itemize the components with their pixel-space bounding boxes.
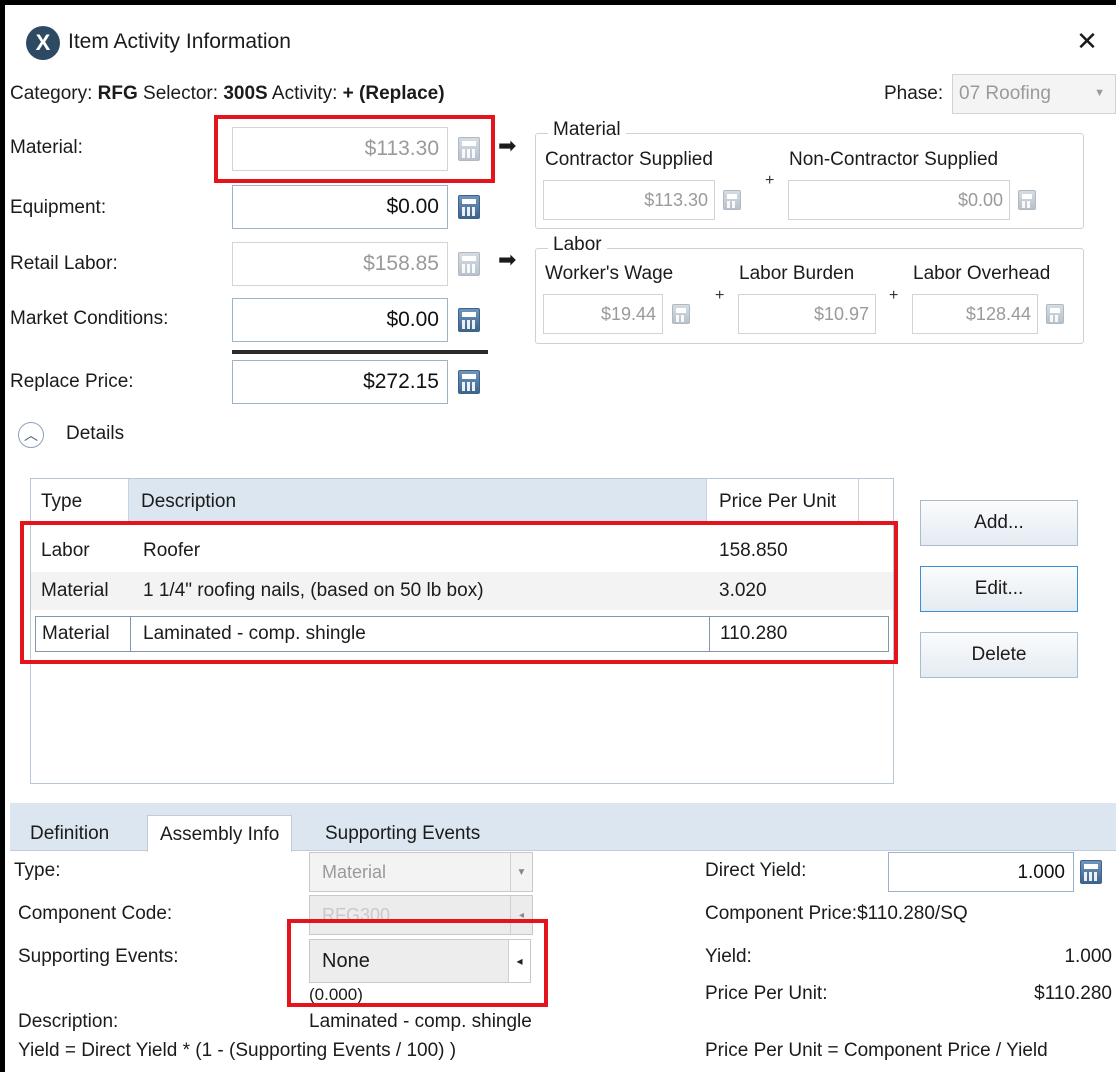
column-header-type[interactable]: Type bbox=[31, 479, 129, 525]
component-code-label: Component Code: bbox=[18, 903, 173, 924]
component-price-label: Component Price: bbox=[705, 903, 858, 924]
plus-sign: + bbox=[889, 287, 899, 304]
direct-yield-label: Direct Yield: bbox=[705, 860, 807, 881]
calculator-icon[interactable] bbox=[1074, 850, 1108, 894]
calculator-icon bbox=[664, 292, 698, 336]
arrow-right-icon: ➡ bbox=[498, 247, 517, 272]
selector-value: 300S bbox=[223, 83, 268, 104]
tab-assembly-info[interactable]: Assembly Info bbox=[147, 815, 293, 852]
grid-header: Type Description Price Per Unit bbox=[31, 479, 893, 525]
phase-label: Phase: bbox=[884, 83, 944, 104]
contractor-supplied-label: Contractor Supplied bbox=[545, 149, 713, 170]
chevron-up-icon[interactable]: ︿ bbox=[18, 422, 44, 448]
column-header-description[interactable]: Description bbox=[129, 479, 707, 525]
component-price-value: $110.280/SQ bbox=[857, 903, 968, 924]
add-button[interactable]: Add... bbox=[920, 500, 1078, 546]
details-toggle-label[interactable]: Details bbox=[66, 423, 124, 445]
direct-yield-field[interactable]: 1.000 bbox=[888, 852, 1074, 892]
equipment-label: Equipment: bbox=[10, 197, 107, 218]
chevron-down-icon: ▼ bbox=[510, 853, 532, 891]
calculator-icon[interactable] bbox=[452, 360, 486, 404]
retail-labor-label: Retail Labor: bbox=[10, 253, 118, 274]
calculator-icon bbox=[452, 242, 486, 286]
app-logo-icon: X bbox=[26, 26, 60, 60]
edit-button[interactable]: Edit... bbox=[920, 566, 1078, 612]
non-contractor-supplied-label: Non-Contractor Supplied bbox=[789, 149, 999, 170]
labor-burden-label: Labor Burden bbox=[739, 263, 855, 284]
category-line: Category: RFG Selector: 300S Activity: +… bbox=[10, 83, 445, 105]
contractor-supplied-field: $113.30 bbox=[543, 180, 715, 220]
close-icon[interactable]: ✕ bbox=[1072, 26, 1102, 57]
plus-sign: + bbox=[765, 172, 775, 189]
chevron-down-icon: ▼ bbox=[1094, 87, 1105, 99]
workers-wage-field: $19.44 bbox=[543, 294, 663, 334]
component-price-line: Component Price:$110.280/SQ bbox=[705, 903, 968, 925]
category-label: Category: bbox=[10, 83, 93, 104]
yield-formula: Yield = Direct Yield * (1 - (Supporting … bbox=[18, 1040, 457, 1061]
market-conditions-label: Market Conditions: bbox=[10, 308, 169, 329]
type-value: Material bbox=[322, 862, 387, 882]
type-select: Material ▼ bbox=[309, 852, 533, 892]
description-label: Description: bbox=[18, 1011, 119, 1032]
labor-overhead-field: $128.44 bbox=[912, 294, 1038, 334]
supporting-events-label: Supporting Events: bbox=[18, 946, 179, 967]
sum-divider bbox=[232, 350, 488, 354]
replace-price-field[interactable]: $272.15 bbox=[232, 360, 448, 404]
retail-labor-field: $158.85 bbox=[232, 242, 448, 286]
highlight-material bbox=[214, 115, 495, 183]
labor-group-title: Labor bbox=[548, 234, 607, 256]
yield-value: 1.000 bbox=[1064, 946, 1112, 967]
window-title: Item Activity Information bbox=[68, 30, 291, 53]
activity-value: + (Replace) bbox=[342, 83, 445, 104]
tab-supporting-events[interactable]: Supporting Events bbox=[313, 815, 492, 851]
description-value: Laminated - comp. shingle bbox=[309, 1011, 532, 1032]
column-header-price-per-unit[interactable]: Price Per Unit bbox=[707, 479, 859, 525]
non-contractor-supplied-field: $0.00 bbox=[788, 180, 1010, 220]
type-label: Type: bbox=[14, 860, 61, 881]
calculator-icon[interactable] bbox=[452, 298, 486, 342]
workers-wage-label: Worker's Wage bbox=[545, 263, 674, 284]
selector-label: Selector: bbox=[143, 83, 219, 104]
plus-sign: + bbox=[715, 287, 725, 304]
replace-price-label: Replace Price: bbox=[10, 371, 134, 392]
calculator-icon bbox=[715, 178, 749, 222]
highlight-details-rows bbox=[20, 521, 898, 664]
delete-button[interactable]: Delete bbox=[920, 632, 1078, 678]
market-conditions-field[interactable]: $0.00 bbox=[232, 298, 448, 342]
tab-definition[interactable]: Definition bbox=[18, 815, 121, 851]
calculator-icon[interactable] bbox=[452, 185, 486, 229]
activity-label: Activity: bbox=[271, 83, 338, 104]
price-per-unit-label: Price Per Unit: bbox=[705, 983, 828, 1004]
category-value: RFG bbox=[97, 83, 138, 104]
arrow-right-icon: ➡ bbox=[498, 133, 517, 158]
price-per-unit-formula: Price Per Unit = Component Price / Yield bbox=[705, 1040, 1048, 1061]
yield-label: Yield: bbox=[705, 946, 752, 967]
phase-value: 07 Roofing bbox=[959, 83, 1051, 104]
calculator-icon bbox=[1010, 178, 1044, 222]
material-group-title: Material bbox=[548, 119, 626, 141]
labor-burden-field: $10.97 bbox=[738, 294, 876, 334]
labor-overhead-label: Labor Overhead bbox=[913, 263, 1051, 284]
price-per-unit-value: $110.280 bbox=[1034, 983, 1112, 1004]
material-label: Material: bbox=[10, 137, 83, 158]
highlight-supporting-events bbox=[287, 919, 548, 1007]
phase-select[interactable]: 07 Roofing ▼ bbox=[952, 74, 1116, 114]
calculator-icon bbox=[1038, 292, 1072, 336]
equipment-field[interactable]: $0.00 bbox=[232, 185, 448, 229]
